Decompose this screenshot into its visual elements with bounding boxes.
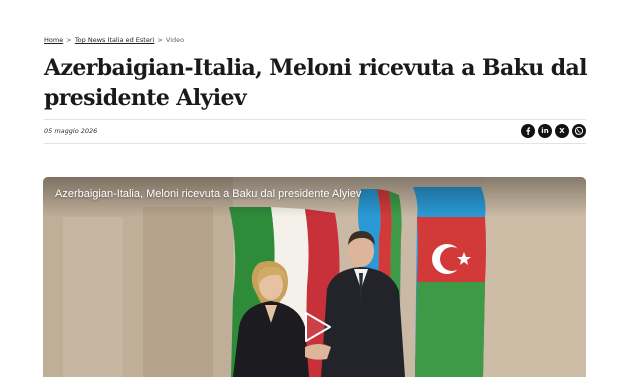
share-facebook-button[interactable]	[521, 124, 535, 138]
breadcrumb-home-link[interactable]: Home	[44, 36, 63, 44]
breadcrumb-section-link[interactable]: Top News Italia ed Esteri	[75, 36, 155, 44]
x-icon: X	[559, 126, 565, 135]
article-meta-bar: 05 maggio 2026 in X	[44, 119, 586, 144]
page-title: Azerbaigian-Italia, Meloni ricevuta a Ba…	[44, 55, 588, 111]
breadcrumb: Home > Top News Italia ed Esteri > Video	[44, 36, 184, 45]
share-whatsapp-button[interactable]	[572, 124, 586, 138]
breadcrumb-separator: >	[66, 36, 72, 44]
share-x-button[interactable]: X	[555, 124, 569, 138]
video-title: Azerbaigian-Italia, Meloni ricevuta a Ba…	[55, 188, 362, 200]
share-linkedin-button[interactable]: in	[538, 124, 552, 138]
linkedin-icon: in	[541, 126, 549, 135]
facebook-icon	[526, 127, 531, 135]
share-buttons: in X	[521, 124, 586, 138]
breadcrumb-separator: >	[157, 36, 163, 44]
breadcrumb-current: Video	[165, 36, 185, 44]
video-player[interactable]: Azerbaigian-Italia, Meloni ricevuta a Ba…	[43, 177, 586, 377]
publish-date: 05 maggio 2026	[44, 127, 98, 135]
whatsapp-icon	[574, 126, 584, 135]
play-icon[interactable]	[297, 309, 333, 345]
